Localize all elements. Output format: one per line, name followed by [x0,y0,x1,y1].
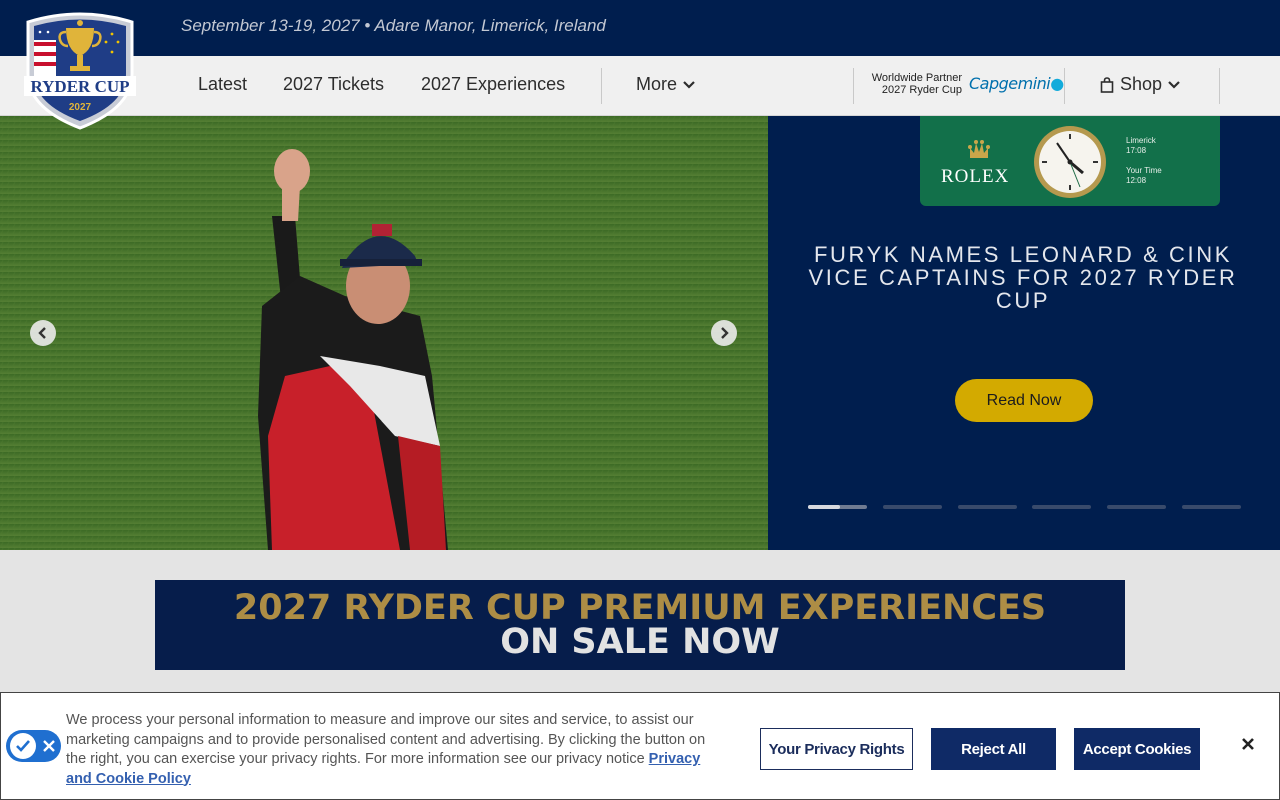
nav-latest[interactable]: Latest [198,74,247,95]
partner-line-2: 2027 Ryder Cup [881,84,962,96]
nav-experiences[interactable]: 2027 Experiences [421,74,565,95]
rolex-your-time: Your Time 12:08 [1126,166,1162,186]
check-icon [10,733,36,759]
cookie-message: We process your personal information to … [66,711,726,789]
nav-shop-label: Shop [1120,74,1163,94]
chevron-left-icon [38,327,46,339]
nav-divider [601,68,602,104]
carousel-indicator[interactable] [1107,505,1166,509]
close-icon [1242,738,1254,750]
nav-shop[interactable]: Shop [1100,74,1180,95]
carousel-prev-button[interactable] [30,320,56,346]
partner-label: Worldwide Partner 2027 Ryder Cup [866,72,962,96]
nav-more[interactable]: More [636,74,695,95]
read-now-button[interactable]: Read Now [955,379,1093,422]
privacy-logo [6,730,61,762]
nav-divider [853,68,854,104]
nav-divider [1064,68,1065,104]
nav-more-label: More [636,74,678,94]
rolex-location: Limerick 17:08 [1126,136,1156,156]
chevron-down-icon [1168,80,1180,89]
clock-face [1034,126,1106,198]
chevron-right-icon [721,327,729,339]
event-info: September 13-19, 2027 • Adare Manor, Lim… [181,16,606,35]
rolex-brand: ROLEX [941,166,1010,187]
your-time-label: Your Time [1126,166,1162,175]
hero-image[interactable] [0,116,768,550]
rolex-clock-widget[interactable]: ROLEX Limerick 17:08 Your Time 12:08 [920,116,1220,206]
location-label: Limerick [1126,136,1156,145]
carousel-indicator[interactable] [958,505,1017,509]
premium-experiences-banner[interactable]: 2027 RYDER CUP PREMIUM EXPERIENCES ON SA… [155,580,1125,670]
banner-line-2: ON SALE NOW [500,622,780,662]
location-time: 17:08 [1126,146,1147,155]
x-icon [43,740,55,752]
top-bar: September 13-19, 2027 • Adare Manor, Lim… [0,0,1280,56]
nav-latest-label: Latest [198,74,248,94]
crown-icon [968,140,990,158]
privacy-rights-button[interactable]: Your Privacy Rights [760,728,913,770]
shopping-bag-icon [1100,76,1114,93]
nav-tickets[interactable]: 2027 Tickets [283,74,384,95]
nav-tickets-label: 2027 Tickets [283,74,385,94]
carousel-indicator[interactable] [808,505,867,509]
carousel-indicator[interactable] [1182,505,1241,509]
accept-cookies-button[interactable]: Accept Cookies [1074,728,1200,770]
your-time-value: 12:08 [1126,176,1147,185]
reject-all-button[interactable]: Reject All [931,728,1056,770]
capgemini-text: Capgemini [969,74,1051,93]
cookie-close-button[interactable] [1237,733,1259,755]
carousel-indicator[interactable] [883,505,942,509]
nav-experiences-label: 2027 Experiences [421,74,566,94]
carousel-indicator[interactable] [1032,505,1091,509]
chevron-down-icon [683,80,695,89]
carousel-next-button[interactable] [711,320,737,346]
cookie-consent-bar: We process your personal information to … [0,692,1280,800]
ryder-cup-logo[interactable]: RYDER CUP 2027 [20,8,140,130]
main-nav: Latest 2027 Tickets 2027 Experiences Mor… [0,56,1280,116]
cookie-text: We process your personal information to … [66,712,706,767]
hero-headline: FURYK NAMES LEONARD & CINK VICE CAPTAINS… [808,242,1238,313]
capgemini-logo[interactable]: Capgemini● [969,74,1064,93]
logo-text: RYDER CUP [30,77,129,96]
logo-year: 2027 [69,102,92,113]
partner-line-1: Worldwide Partner [871,72,962,84]
nav-divider [1219,68,1220,104]
